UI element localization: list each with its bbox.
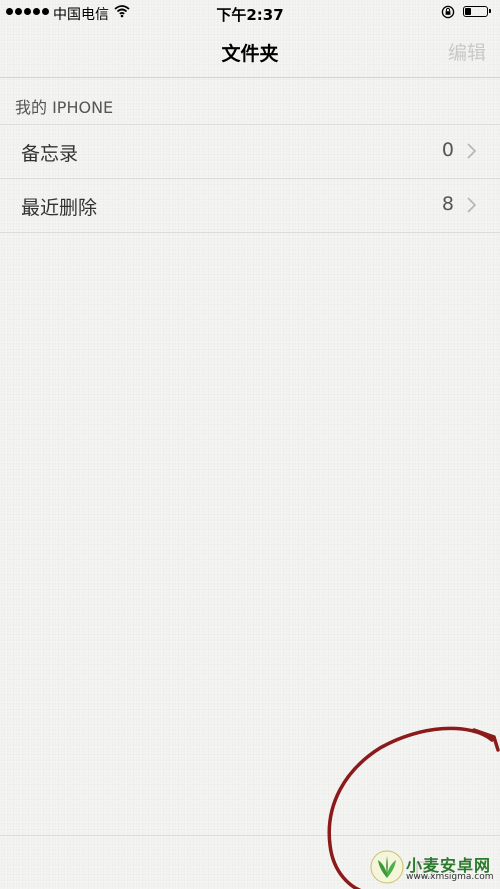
watermark-url: www.xmsigma.com	[406, 872, 494, 882]
chevron-right-icon	[467, 143, 477, 163]
watermark: 小麦安卓网 www.xmsigma.com	[370, 850, 495, 886]
battery-fill	[465, 8, 471, 15]
folder-label: 最近删除	[21, 197, 98, 219]
status-bar: 中国电信 下午2:37	[0, 0, 500, 26]
toolbar-divider	[0, 835, 500, 836]
folder-label: 备忘录	[21, 143, 79, 165]
battery-icon	[463, 6, 491, 17]
status-time: 下午2:37	[216, 6, 284, 24]
page-title: 文件夹	[221, 43, 279, 65]
watermark-logo-icon	[370, 850, 404, 884]
folder-count: 0	[441, 139, 454, 161]
navigation-bar: 文件夹 编辑	[0, 26, 500, 77]
section-header: 我的 IPHONE	[15, 98, 114, 117]
folder-row-notes[interactable]: 备忘录 0	[0, 125, 500, 178]
folder-count: 8	[441, 193, 454, 215]
chevron-right-icon	[467, 197, 477, 217]
rotation-lock-icon	[441, 4, 455, 23]
edit-button[interactable]: 编辑	[448, 38, 486, 65]
nav-divider	[0, 77, 500, 78]
folder-row-recently-deleted[interactable]: 最近删除 8	[0, 179, 500, 232]
row-divider	[0, 232, 500, 233]
